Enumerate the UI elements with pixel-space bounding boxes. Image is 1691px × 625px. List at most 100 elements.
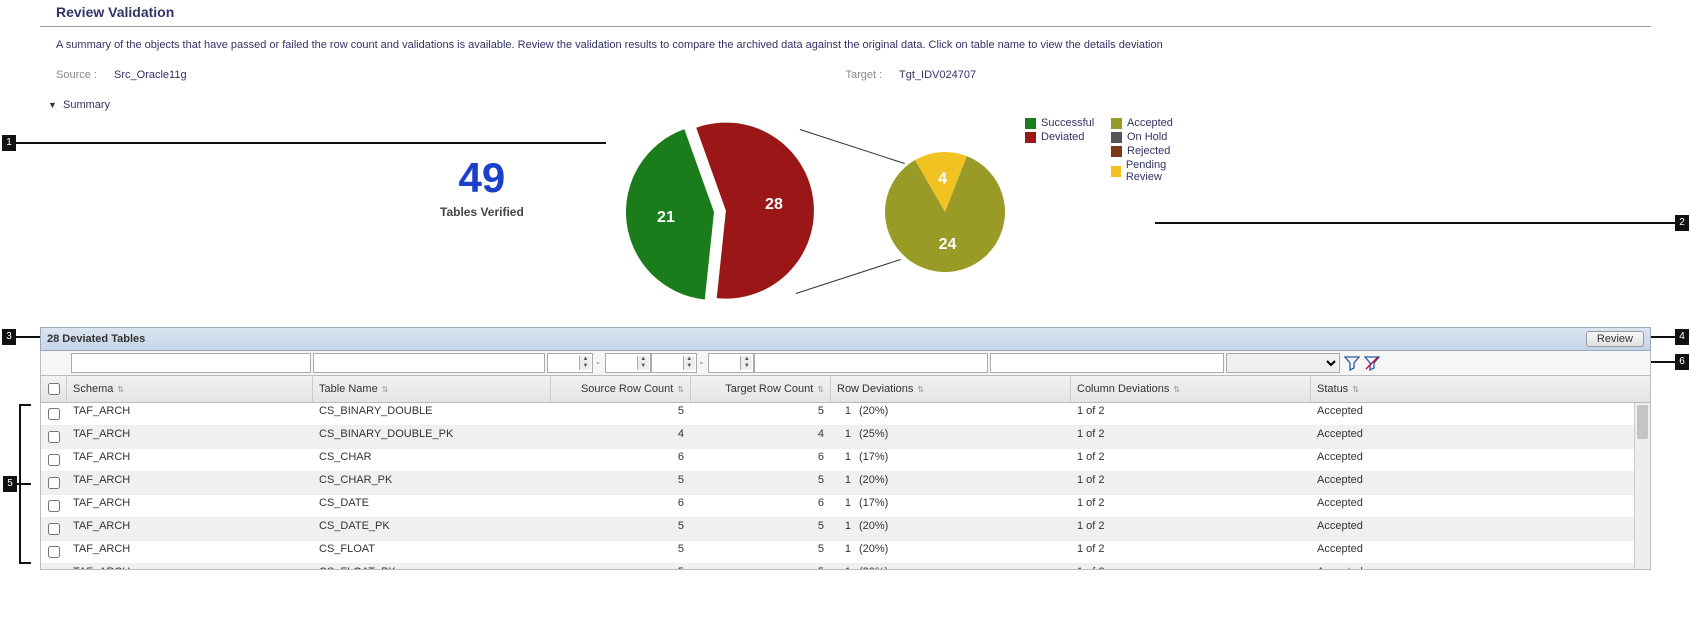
table-row[interactable]: TAF_ARCH CS_DATE_PK 5 5 1(20%) 1 of 2 Ac… — [41, 518, 1650, 541]
table-scrollbar[interactable] — [1634, 403, 1650, 569]
target-value: Tgt_IDV024707 — [899, 69, 976, 81]
col-tgt[interactable]: Target Row Count — [725, 383, 813, 395]
cell-tablename[interactable]: CS_FLOAT — [313, 541, 551, 563]
cell-status: Accepted — [1311, 495, 1451, 517]
col-schema[interactable]: Schema — [73, 383, 113, 395]
sort-icon[interactable]: ⇅ — [1173, 385, 1180, 394]
cell-col-dev: 1 of 2 — [1071, 518, 1311, 540]
cell-tablename[interactable]: CS_BINARY_DOUBLE_PK — [313, 426, 551, 448]
deviated-tables-grid: Schema ⇅ Table Name ⇅ Source Row Count ⇅ Ta… — [40, 376, 1651, 570]
callout-3-line — [16, 336, 40, 338]
cell-src-count: 5 — [551, 518, 691, 540]
sort-icon[interactable]: ⇅ — [382, 385, 389, 394]
callout-4-line — [1651, 336, 1675, 338]
legend-item: Rejected — [1111, 145, 1197, 157]
col-status[interactable]: Status — [1317, 383, 1348, 395]
table-row[interactable]: TAF_ARCH CS_DATE 6 6 1(17%) 1 of 2 Accep… — [41, 495, 1650, 518]
row-checkbox[interactable] — [48, 408, 60, 420]
sort-icon[interactable]: ⇅ — [817, 385, 824, 394]
sort-icon[interactable]: ⇅ — [677, 385, 684, 394]
cell-status: Accepted — [1311, 403, 1451, 425]
col-tablename[interactable]: Table Name — [319, 383, 378, 395]
filter-tgt-max[interactable]: ▲▼ — [708, 353, 752, 373]
row-checkbox[interactable] — [48, 477, 60, 489]
table-header-row: Schema ⇅ Table Name ⇅ Source Row Count ⇅ Ta… — [41, 376, 1650, 403]
tables-verified-label: Tables Verified — [440, 205, 524, 219]
row-checkbox[interactable] — [48, 500, 60, 512]
cell-status: Accepted — [1311, 426, 1451, 448]
cell-src-count: 4 — [551, 426, 691, 448]
legend-swatch — [1111, 118, 1122, 129]
legend-swatch — [1025, 132, 1036, 143]
legend-label: Deviated — [1041, 131, 1084, 143]
filter-tablename-input[interactable] — [313, 353, 545, 373]
sort-icon[interactable]: ⇅ — [917, 385, 924, 394]
cell-tablename[interactable]: CS_FLOAT_PK — [313, 564, 551, 569]
filter-apply-icon[interactable] — [1344, 355, 1360, 371]
title-separator — [40, 26, 1651, 27]
summary-area: 1 2 49 Tables Verified 2128 424 Successf… — [40, 117, 1651, 317]
cell-row-dev: 1(20%) — [831, 518, 1071, 540]
review-button[interactable]: Review — [1586, 331, 1644, 347]
filter-rowdev-input[interactable] — [754, 353, 988, 373]
cell-tgt-count: 4 — [691, 426, 831, 448]
row-checkbox[interactable] — [48, 431, 60, 443]
cell-tgt-count: 5 — [691, 541, 831, 563]
filter-coldev-input[interactable] — [990, 353, 1224, 373]
sort-icon[interactable]: ⇅ — [1352, 385, 1359, 394]
callout-1: 1 — [2, 135, 16, 151]
cell-tablename[interactable]: CS_CHAR — [313, 449, 551, 471]
callout-4: 4 — [1675, 329, 1689, 345]
select-all-checkbox[interactable] — [48, 383, 60, 395]
filter-row: ▲▼ - ▲▼ ▲▼ - ▲▼ — [40, 351, 1651, 376]
table-row[interactable]: TAF_ARCH CS_FLOAT 5 5 1(20%) 1 of 2 Acce… — [41, 541, 1650, 564]
cell-tablename[interactable]: CS_DATE_PK — [313, 518, 551, 540]
scrollbar-thumb[interactable] — [1637, 405, 1648, 439]
callout-6: 6 — [1675, 354, 1689, 370]
filter-src-max[interactable]: ▲▼ — [605, 353, 649, 373]
cell-row-dev: 1(25%) — [831, 426, 1071, 448]
legend-item: Accepted — [1111, 117, 1197, 129]
row-checkbox[interactable] — [48, 523, 60, 535]
sort-icon[interactable]: ⇅ — [117, 385, 124, 394]
table-row[interactable]: TAF_ARCH CS_FLOAT_PK 5 5 1(20%) 1 of 2 A… — [41, 564, 1650, 569]
row-checkbox[interactable] — [48, 454, 60, 466]
col-rowdev[interactable]: Row Deviations — [837, 383, 913, 395]
cell-tgt-count: 5 — [691, 403, 831, 425]
callout-5-line — [17, 483, 31, 485]
source-value: Src_Oracle11g — [114, 69, 187, 81]
cell-tgt-count: 6 — [691, 495, 831, 517]
cell-col-dev: 1 of 2 — [1071, 564, 1311, 569]
cell-src-count: 5 — [551, 541, 691, 563]
col-coldev[interactable]: Column Deviations — [1077, 383, 1169, 395]
summary-toggle[interactable]: ▼ Summary — [40, 99, 1651, 117]
callout-2-line — [1155, 222, 1675, 224]
cell-tgt-count: 6 — [691, 449, 831, 471]
legend-swatch — [1025, 118, 1036, 129]
row-checkbox[interactable] — [48, 546, 60, 558]
legend-label: Pending Review — [1126, 159, 1197, 183]
table-row[interactable]: TAF_ARCH CS_CHAR 6 6 1(17%) 1 of 2 Accep… — [41, 449, 1650, 472]
cell-tablename[interactable]: CS_DATE — [313, 495, 551, 517]
cell-tablename[interactable]: CS_BINARY_DOUBLE — [313, 403, 551, 425]
table-row[interactable]: TAF_ARCH CS_BINARY_DOUBLE_PK 4 4 1(25%) … — [41, 426, 1650, 449]
table-row[interactable]: TAF_ARCH CS_CHAR_PK 5 5 1(20%) 1 of 2 Ac… — [41, 472, 1650, 495]
col-src[interactable]: Source Row Count — [581, 383, 673, 395]
table-row[interactable]: TAF_ARCH CS_BINARY_DOUBLE 5 5 1(20%) 1 o… — [41, 403, 1650, 426]
cell-col-dev: 1 of 2 — [1071, 449, 1311, 471]
filter-src-min[interactable]: ▲▼ — [547, 353, 591, 373]
filter-schema-input[interactable] — [71, 353, 311, 373]
cell-col-dev: 1 of 2 — [1071, 403, 1311, 425]
filter-status-select[interactable] — [1226, 353, 1340, 373]
cell-row-dev: 1(20%) — [831, 541, 1071, 563]
cell-schema: TAF_ARCH — [67, 541, 313, 563]
cell-schema: TAF_ARCH — [67, 495, 313, 517]
filter-tgt-min[interactable]: ▲▼ — [651, 353, 695, 373]
legend-label: Successful — [1041, 117, 1094, 129]
cell-col-dev: 1 of 2 — [1071, 541, 1311, 563]
callout-2: 2 — [1675, 215, 1689, 231]
filter-clear-icon[interactable] — [1364, 355, 1380, 371]
cell-tablename[interactable]: CS_CHAR_PK — [313, 472, 551, 494]
cell-schema: TAF_ARCH — [67, 426, 313, 448]
legend-label: On Hold — [1127, 131, 1167, 143]
